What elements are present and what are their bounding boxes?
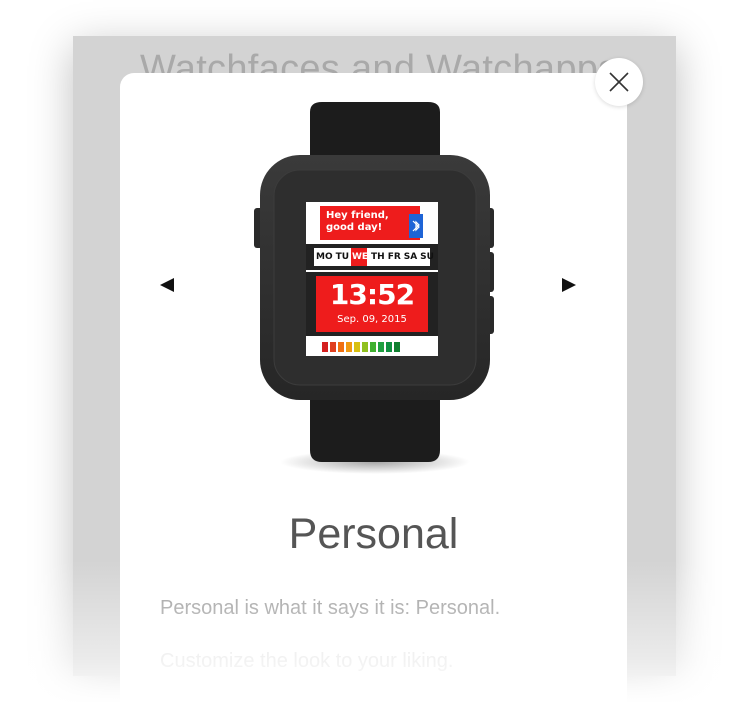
day-tu: TU: [335, 252, 350, 262]
watch-preview: Hey friend, good day! MO TU WE TH FR SA …: [250, 100, 500, 480]
day-fr: FR: [387, 252, 401, 262]
day-mo: MO: [316, 252, 333, 262]
app-description: Personal is what it says it is: Personal…: [160, 597, 501, 619]
next-button[interactable]: [560, 276, 580, 296]
close-button[interactable]: [595, 58, 643, 106]
triangle-right-icon: [562, 278, 576, 292]
watch-time: 13:52: [329, 278, 415, 311]
greeting-line1: Hey friend,: [326, 210, 389, 221]
day-th: TH: [371, 252, 385, 262]
greeting-line2: good day!: [326, 222, 383, 233]
day-row: MO TU WE TH FR SA SU: [316, 252, 434, 262]
triangle-left-icon: [160, 278, 174, 292]
day-we: WE: [352, 252, 369, 262]
close-icon: [609, 72, 629, 92]
day-sa: SA: [403, 252, 418, 262]
watch-date: Sep. 09, 2015: [337, 314, 407, 325]
app-description-continued: Customize the look to your liking.: [160, 650, 454, 672]
day-su: SU: [420, 252, 434, 262]
app-title: Personal: [288, 510, 459, 558]
previous-button[interactable]: [158, 276, 178, 296]
